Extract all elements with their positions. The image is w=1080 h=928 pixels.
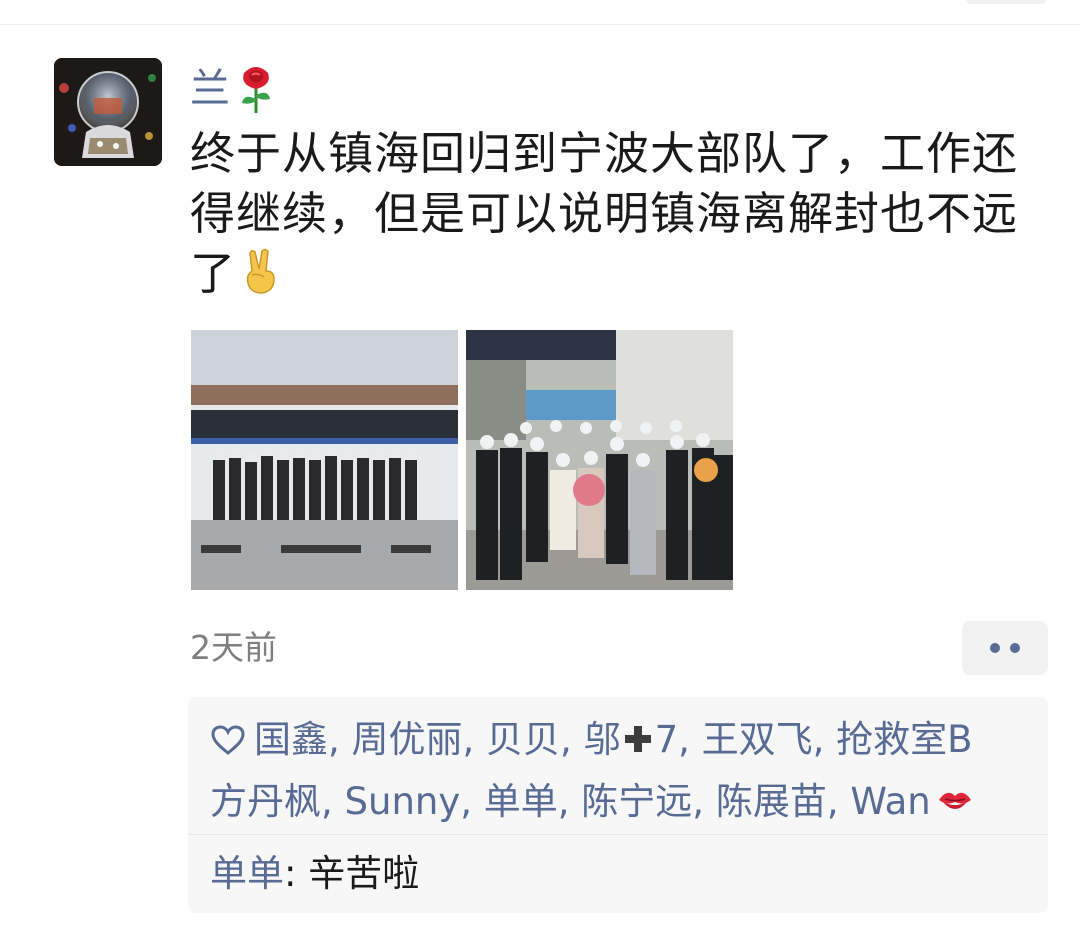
likes-names-2[interactable]: 方丹枫, Sunny, 单单, 陈宁远, 陈展苗, Wan (210, 780, 931, 823)
group-photo-bus-icon (191, 330, 458, 590)
group-photo-flowers-icon (466, 330, 733, 590)
comment-author[interactable]: 单单 (210, 852, 284, 895)
likes-list: 国鑫, 周优丽, 贝贝, 邬 7, 王双飞, 抢救室B 方丹枫, Sunny, 单… (210, 709, 1030, 833)
previous-post-more-button[interactable] (966, 0, 1046, 4)
comment-separator: : (284, 852, 309, 895)
post-text-line-3: 了 (190, 247, 237, 300)
post-time: 2天前 (190, 628, 277, 667)
heavy-plus-icon (621, 713, 655, 752)
post-photo-2[interactable] (466, 330, 733, 590)
avatar[interactable] (54, 58, 162, 166)
post-author-name[interactable]: 兰 (190, 62, 230, 116)
more-actions-button[interactable] (962, 621, 1048, 675)
previous-post-divider (0, 24, 1080, 25)
heart-outline-icon (210, 713, 246, 755)
snow-globe-avatar-icon (54, 58, 162, 166)
post-text-line: 得继续，但是可以说明镇海离解封也不远 (190, 187, 1019, 240)
victory-hand-icon (238, 247, 282, 295)
comment-item[interactable]: 单单: 辛苦啦 (210, 849, 419, 899)
comments-divider (188, 834, 1048, 835)
kiss-mark-icon (935, 777, 975, 817)
likes-names-1b[interactable]: 7, 王双飞, 抢救室B (655, 718, 973, 761)
likes-line-2: 方丹枫, Sunny, 单单, 陈宁远, 陈展苗, Wan (210, 771, 1030, 833)
post-text-line: 终于从镇海回归到宁波大部队了，工作还 (190, 127, 1019, 180)
post-text-line: 了 (190, 244, 1040, 304)
likes-names-1a[interactable]: 国鑫, 周优丽, 贝贝, 邬 (254, 718, 621, 761)
likes-comments-panel: 国鑫, 周优丽, 贝贝, 邬 7, 王双飞, 抢救室B 方丹枫, Sunny, 单… (188, 697, 1048, 913)
more-dots-icon (1010, 643, 1020, 653)
post-photo-1[interactable] (191, 330, 458, 590)
likes-line-1: 国鑫, 周优丽, 贝贝, 邬 7, 王双飞, 抢救室B (210, 709, 1030, 771)
more-dots-icon (990, 643, 1000, 653)
post-content: 终于从镇海回归到宁波大部队了，工作还 得继续，但是可以说明镇海离解封也不远 了 (190, 124, 1040, 304)
comment-text: 辛苦啦 (308, 852, 420, 895)
post-author[interactable]: 兰 (190, 62, 278, 116)
rose-icon (234, 63, 278, 115)
